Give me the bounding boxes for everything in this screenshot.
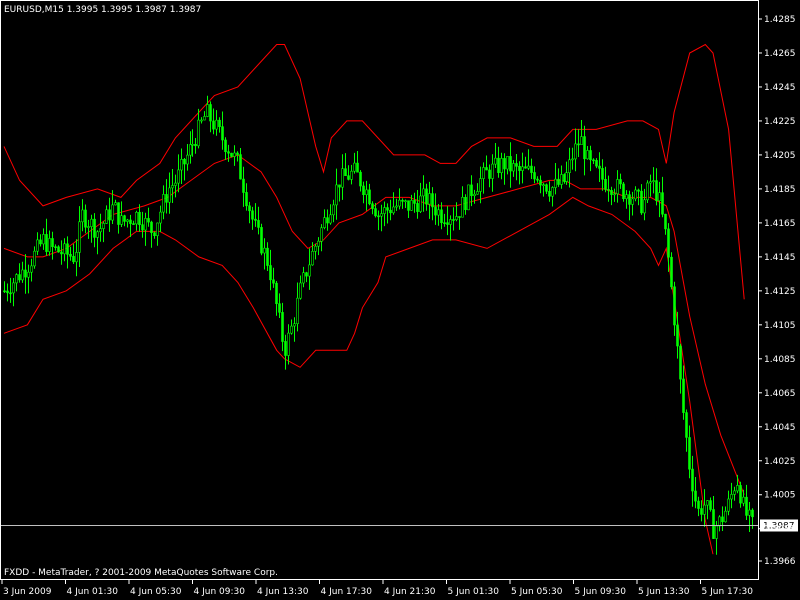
x-tick-label: 4 Jun 01:30 [67,587,119,597]
candle [670,252,673,290]
candle [260,223,263,256]
y-tick-label: 1.4185 [764,185,796,195]
y-tick-label: 1.4165 [764,219,796,229]
candle [622,182,625,202]
symbol-info: EURUSD,M15 1.3995 1.3995 1.3987 1.3987 [4,5,201,15]
y-tick-label: 1.4065 [764,389,796,399]
x-tick-label: 4 Jun 05:30 [130,587,182,597]
y-tick-label: 1.4025 [764,457,796,467]
y-tick-label: 1.4205 [764,151,796,161]
candle [230,152,233,158]
x-tick-label: 4 Jun 21:30 [384,587,436,597]
x-tick-label: 3 Jun 2009 [3,587,52,597]
copyright-text: FXDD - MetaTrader, ? 2001-2009 MetaQuote… [4,568,278,578]
x-tick-label: 5 Jun 17:30 [702,587,754,597]
y-tick-label: 1.4005 [764,491,796,501]
x-tick-label: 4 Jun 17:30 [321,587,373,597]
y-tick-label: 1.3985 [764,525,796,535]
y-tick-label: 1.4125 [764,287,796,297]
y-tick-label: 1.4085 [764,355,796,365]
x-tick-label: 5 Jun 01:30 [448,587,500,597]
y-tick-label: 1.4265 [764,49,796,59]
y-tick-label: 1.4145 [764,253,796,263]
y-tick-label: 1.3966 [764,557,796,567]
price-chart[interactable]: 1.3987 1.42851.42651.42451.42251.42051.4… [0,0,800,600]
y-tick-label: 1.4045 [764,423,796,433]
x-tick-label: 5 Jun 13:30 [638,587,690,597]
x-tick-label: 5 Jun 05:30 [511,587,563,597]
x-tick-label: 5 Jun 09:30 [575,587,627,597]
candle [646,180,649,203]
y-tick-label: 1.4245 [764,83,796,93]
y-tick-label: 1.4285 [764,15,796,25]
x-tick-label: 4 Jun 09:30 [194,587,246,597]
y-tick-label: 1.4105 [764,321,796,331]
y-tick-label: 1.4225 [764,117,796,127]
candle [467,184,470,211]
x-tick-label: 4 Jun 13:30 [257,587,309,597]
